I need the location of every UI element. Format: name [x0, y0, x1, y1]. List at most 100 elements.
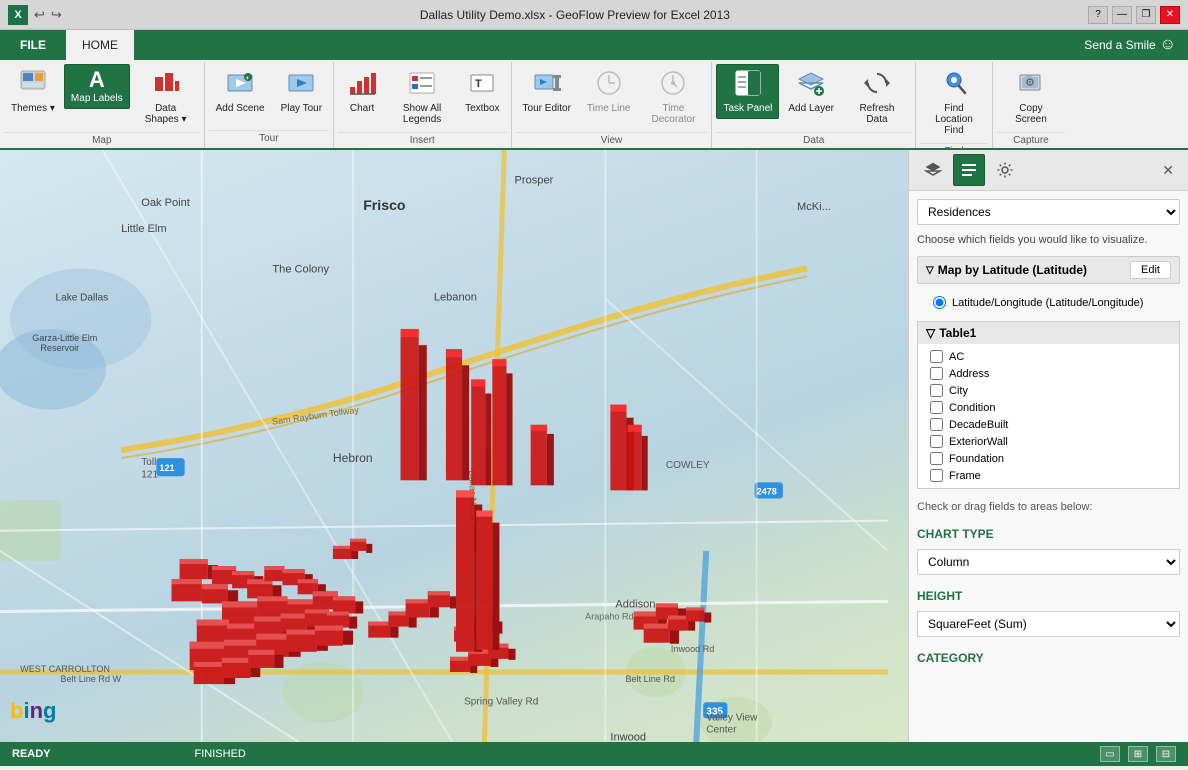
- field-item-frame: Frame: [918, 467, 1179, 484]
- refresh-data-icon: [863, 69, 891, 101]
- svg-text:Belt Line Rd: Belt Line Rd: [626, 674, 675, 684]
- copy-screen-btn[interactable]: Copy Screen: [997, 64, 1065, 130]
- field-checkbox-ac[interactable]: [930, 350, 943, 363]
- ribbon-group-find: Find Location Find Find: [916, 62, 993, 148]
- field-checkbox-frame[interactable]: [930, 469, 943, 482]
- field-checkbox-decadebuilt[interactable]: [930, 418, 943, 431]
- svg-text:2478: 2478: [757, 486, 777, 496]
- file-tab[interactable]: FILE: [0, 30, 66, 60]
- add-layer-btn[interactable]: Add Layer: [781, 64, 841, 119]
- height-label: HEIGHT: [917, 589, 1180, 603]
- svg-text:Lebanon: Lebanon: [434, 292, 477, 304]
- table-section-header[interactable]: ▽ Table1: [918, 322, 1179, 344]
- redo-btn[interactable]: ↪: [51, 7, 62, 23]
- svg-text:Valley View: Valley View: [706, 712, 758, 723]
- view-group-label: View: [516, 132, 708, 148]
- themes-btn[interactable]: Themes ▾: [4, 64, 62, 119]
- time-decorator-btn[interactable]: Time Decorator: [639, 64, 707, 130]
- field-item-exteriorwall: ExteriorWall: [918, 433, 1179, 450]
- data-group-label: Data: [716, 132, 911, 148]
- lat-lon-row: Latitude/Longitude (Latitude/Longitude): [917, 292, 1180, 313]
- page-break-btn[interactable]: ⊟: [1156, 746, 1176, 762]
- category-label: CATEGORY: [917, 651, 1180, 665]
- svg-text:Toll: Toll: [141, 457, 156, 468]
- task-panel: ✕ Residences Choose which fields you wou…: [908, 150, 1188, 742]
- finished-status: FINISHED: [195, 748, 246, 760]
- tour-editor-icon: [533, 69, 561, 101]
- find-location-btn[interactable]: Find Location Find: [920, 64, 988, 141]
- field-checkbox-exteriorwall[interactable]: [930, 435, 943, 448]
- textbox-label: Textbox: [465, 103, 499, 114]
- chart-icon: [348, 69, 376, 101]
- lat-lon-radio[interactable]: [933, 296, 946, 309]
- field-item-city: City: [918, 382, 1179, 399]
- home-tab[interactable]: HOME: [66, 30, 134, 60]
- time-line-label: Time Line: [587, 103, 631, 114]
- textbox-btn[interactable]: T Textbox: [458, 64, 506, 119]
- show-all-legends-btn[interactable]: Show All Legends: [388, 64, 456, 130]
- field-checkbox-condition[interactable]: [930, 401, 943, 414]
- find-location-label: Find Location Find: [927, 103, 981, 136]
- time-line-btn[interactable]: Time Line: [580, 64, 638, 119]
- panel-layers-btn[interactable]: [917, 154, 949, 186]
- map-labels-btn[interactable]: A Map Labels: [64, 64, 130, 109]
- time-line-icon: [595, 69, 623, 101]
- data-shapes-btn[interactable]: Data Shapes ▾: [132, 64, 200, 130]
- field-checkbox-address[interactable]: [930, 367, 943, 380]
- svg-text:McKi...: McKi...: [797, 201, 831, 213]
- add-scene-btn[interactable]: + Add Scene: [209, 64, 272, 119]
- panel-settings-btn[interactable]: [989, 154, 1021, 186]
- minimize-btn[interactable]: —: [1112, 6, 1132, 24]
- chart-type-select[interactable]: Column Bubble Region: [917, 549, 1180, 575]
- map-area[interactable]: 335 121 2478 Oak Point Little Elm Lake: [0, 150, 908, 742]
- panel-header: ✕: [909, 150, 1188, 191]
- task-panel-btn[interactable]: Task Panel: [716, 64, 779, 119]
- play-tour-icon: [287, 69, 315, 101]
- field-item-address: Address: [918, 365, 1179, 382]
- show-all-legends-label: Show All Legends: [395, 103, 449, 125]
- themes-label: Themes ▾: [11, 103, 55, 114]
- data-shapes-label: Data Shapes ▾: [139, 103, 193, 125]
- field-checkbox-city[interactable]: [930, 384, 943, 397]
- svg-text:Spring Valley Rd: Spring Valley Rd: [464, 696, 538, 707]
- insert-group-label: Insert: [338, 132, 506, 148]
- close-btn[interactable]: ✕: [1160, 6, 1180, 24]
- restore-btn[interactable]: ❐: [1136, 6, 1156, 24]
- svg-text:COWLEY: COWLEY: [666, 460, 710, 471]
- themes-icon: [19, 69, 47, 101]
- edit-btn[interactable]: Edit: [1130, 261, 1171, 279]
- svg-text:Lake Dallas: Lake Dallas: [55, 293, 108, 304]
- help-btn[interactable]: ?: [1088, 6, 1108, 24]
- svg-text:Inwood: Inwood: [610, 732, 646, 742]
- normal-view-btn[interactable]: ▭: [1100, 746, 1120, 762]
- time-decorator-label: Time Decorator: [646, 103, 700, 125]
- send-smile-label: Send a Smile: [1084, 38, 1155, 52]
- undo-btn[interactable]: ↩: [34, 7, 45, 23]
- send-smile[interactable]: Send a Smile ☺: [1072, 30, 1188, 60]
- chart-btn[interactable]: Chart: [338, 64, 386, 119]
- svg-text:T: T: [475, 78, 482, 90]
- height-select[interactable]: SquareFeet (Sum): [917, 611, 1180, 637]
- refresh-data-btn[interactable]: Refresh Data: [843, 64, 911, 130]
- show-all-legends-icon: [408, 69, 436, 101]
- map-by-arrow: ▽: [926, 265, 934, 276]
- map-by-label: Map by Latitude (Latitude): [938, 263, 1087, 277]
- panel-fields-btn[interactable]: [953, 154, 985, 186]
- tour-editor-btn[interactable]: Tour Editor: [516, 64, 578, 119]
- refresh-data-label: Refresh Data: [850, 103, 904, 125]
- svg-text:Belt Line Rd W: Belt Line Rd W: [61, 674, 122, 684]
- menu-bar: FILE HOME Send a Smile ☺: [0, 30, 1188, 60]
- panel-desc: Choose which fields you would like to vi…: [917, 233, 1180, 248]
- svg-text:Arapaho Rd: Arapaho Rd: [585, 612, 633, 622]
- svg-text:The Colony: The Colony: [272, 263, 329, 275]
- ribbon: Themes ▾ A Map Labels Data Shapes ▾ Map …: [0, 60, 1188, 150]
- ribbon-group-map: Themes ▾ A Map Labels Data Shapes ▾ Map: [0, 62, 205, 148]
- page-layout-btn[interactable]: ⊞: [1128, 746, 1148, 762]
- play-tour-btn[interactable]: Play Tour: [274, 64, 330, 119]
- layer-select[interactable]: Residences: [917, 199, 1180, 225]
- add-layer-label: Add Layer: [788, 103, 834, 114]
- panel-close-btn[interactable]: ✕: [1156, 160, 1180, 181]
- field-checkbox-foundation[interactable]: [930, 452, 943, 465]
- textbox-icon: T: [468, 69, 496, 101]
- map-by-section[interactable]: ▽ Map by Latitude (Latitude) Edit: [917, 256, 1180, 284]
